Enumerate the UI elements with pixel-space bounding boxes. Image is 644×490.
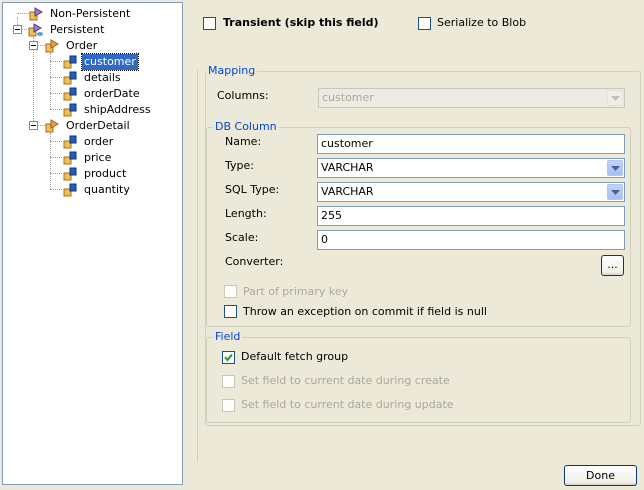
sql-type-select[interactable]: VARCHAR xyxy=(317,182,625,202)
date-on-update-label: Set field to current date during update xyxy=(241,398,454,411)
transient-label: Transient (skip this field) xyxy=(223,16,379,29)
date-on-create-checkbox xyxy=(222,375,235,388)
class-tree[interactable]: Non-Persistent Persistent Order customer… xyxy=(2,2,183,485)
class-icon xyxy=(45,39,60,53)
primary-key-label: Part of primary key xyxy=(243,285,349,298)
length-input[interactable]: 255 xyxy=(317,206,625,226)
primary-key-checkbox xyxy=(224,285,237,298)
field-icon xyxy=(63,183,77,197)
date-on-create-label: Set field to current date during create xyxy=(241,374,450,387)
field-icon xyxy=(63,103,77,117)
field-icon xyxy=(63,151,77,165)
throw-exception-label: Throw an exception on commit if field is… xyxy=(243,305,487,318)
chevron-down-icon[interactable] xyxy=(607,184,623,200)
checkmark-icon xyxy=(224,353,233,362)
field-icon xyxy=(63,55,77,69)
panel-separator xyxy=(197,70,198,462)
persistent-class-icon xyxy=(28,23,43,37)
class-icon xyxy=(29,7,44,21)
serialize-blob-checkbox[interactable] xyxy=(418,17,431,30)
scale-label: Scale: xyxy=(225,231,259,244)
serialize-blob-label: Serialize to Blob xyxy=(437,16,527,29)
length-label: Length: xyxy=(225,207,267,220)
converter-browse-button[interactable]: ... xyxy=(601,255,624,276)
chevron-down-icon[interactable] xyxy=(607,160,623,176)
date-on-update-checkbox xyxy=(222,399,235,412)
throw-exception-checkbox[interactable] xyxy=(224,305,237,318)
default-fetch-checkbox[interactable] xyxy=(222,351,235,364)
type-select[interactable]: VARCHAR xyxy=(317,158,625,178)
chevron-down-icon xyxy=(607,90,623,106)
transient-checkbox[interactable] xyxy=(203,17,216,30)
collapse-icon[interactable] xyxy=(29,121,38,130)
scale-input[interactable]: 0 xyxy=(317,230,625,250)
class-icon xyxy=(45,119,60,133)
columns-select[interactable]: customer xyxy=(318,88,625,108)
name-label: Name: xyxy=(225,135,262,148)
done-button[interactable]: Done xyxy=(564,465,637,486)
collapse-icon[interactable] xyxy=(29,41,38,50)
field-icon xyxy=(63,167,77,181)
type-label: Type: xyxy=(225,159,254,172)
collapse-icon[interactable] xyxy=(13,25,22,34)
converter-label: Converter: xyxy=(225,255,284,268)
sql-type-label: SQL Type: xyxy=(225,183,280,196)
mapping-group-title: Mapping xyxy=(206,64,258,77)
db-column-group-title: DB Column xyxy=(213,120,279,133)
columns-label: Columns: xyxy=(217,89,269,102)
field-icon xyxy=(63,87,77,101)
field-group-title: Field xyxy=(213,330,243,343)
tree-connector xyxy=(33,37,34,129)
default-fetch-label: Default fetch group xyxy=(241,350,349,363)
field-icon xyxy=(63,71,77,85)
name-input[interactable]: customer xyxy=(317,134,625,154)
field-icon xyxy=(63,135,77,149)
